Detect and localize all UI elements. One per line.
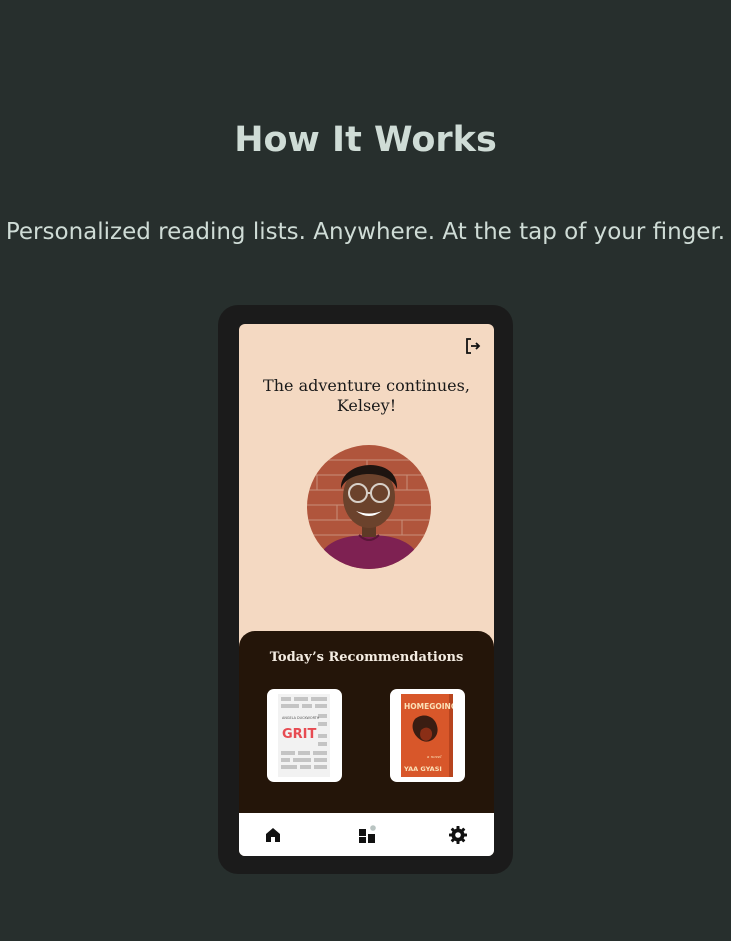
settings-icon[interactable] <box>448 825 468 845</box>
section-title: How It Works <box>234 120 497 160</box>
book-card-grit[interactable]: ANGELA DUCKWORTH GRIT <box>267 689 342 782</box>
home-icon[interactable] <box>263 825 283 845</box>
section-subtitle: Personalized reading lists. Anywhere. At… <box>5 219 726 245</box>
bottom-nav <box>239 813 494 856</box>
greeting-line-1: The adventure continues, <box>263 376 470 395</box>
book-homegoing-tag: a novel <box>427 754 442 759</box>
book-cover-grit: ANGELA DUCKWORTH GRIT <box>278 694 330 777</box>
phone-mockup: The adventure continues, Kelsey! Today’s… <box>218 305 513 874</box>
book-homegoing-title: HOMEGOING <box>404 702 453 711</box>
app-screen: The adventure continues, Kelsey! Today’s… <box>239 324 494 856</box>
avatar <box>307 445 431 569</box>
book-grit-author: ANGELA DUCKWORTH <box>282 716 320 720</box>
book-homegoing-author: YAA GYASI <box>403 765 442 773</box>
book-cover-homegoing: HOMEGOING a novel YAA GYASI <box>401 694 453 777</box>
recommendations-title: Today’s Recommendations <box>269 650 464 665</box>
book-card-homegoing[interactable]: HOMEGOING a novel YAA GYASI <box>390 689 465 782</box>
greeting-name: Kelsey! <box>336 396 397 415</box>
greeting: The adventure continues, Kelsey! <box>239 376 494 416</box>
library-icon[interactable] <box>357 825 377 845</box>
recommendations-panel: Today’s Recommendations ANGELA DUCKWORTH… <box>239 631 494 813</box>
book-grit-title: GRIT <box>282 727 317 742</box>
logout-icon[interactable] <box>464 337 482 355</box>
